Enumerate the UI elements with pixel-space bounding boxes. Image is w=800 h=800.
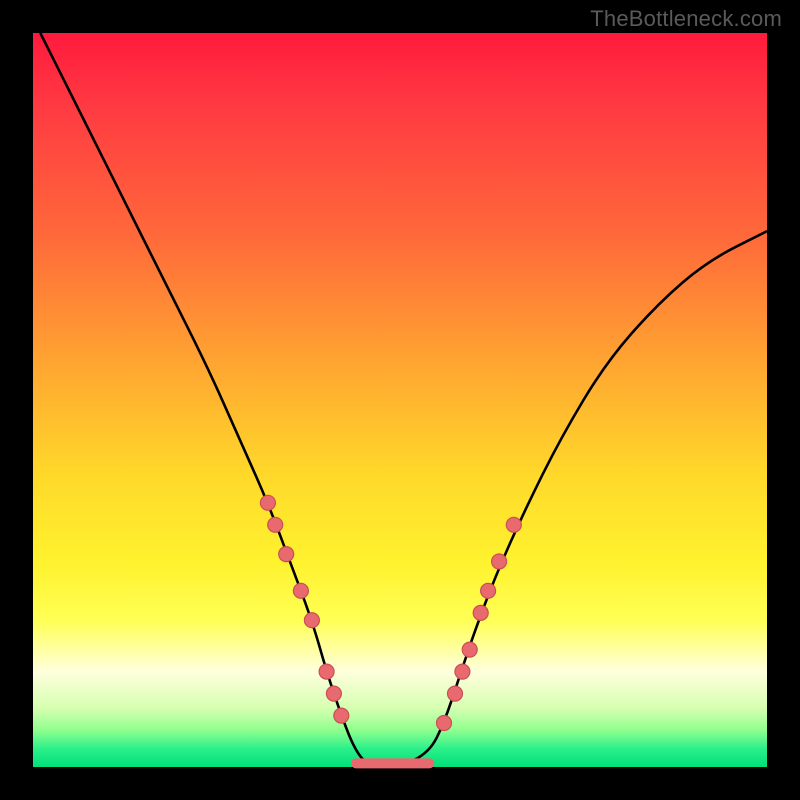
curve-marker — [304, 613, 319, 628]
curve-marker — [473, 605, 488, 620]
curve-marker — [268, 517, 283, 532]
plot-area — [33, 33, 767, 767]
curve-marker — [492, 554, 507, 569]
bottleneck-curve — [40, 33, 767, 767]
curve-marker — [448, 686, 463, 701]
curve-marker — [481, 583, 496, 598]
curve-marker — [293, 583, 308, 598]
curve-marker — [455, 664, 470, 679]
watermark-text: TheBottleneck.com — [590, 6, 782, 32]
curve-marker — [319, 664, 334, 679]
chart-stage: TheBottleneck.com — [0, 0, 800, 800]
curve-marker — [334, 708, 349, 723]
curve-marker — [326, 686, 341, 701]
curve-marker — [260, 495, 275, 510]
curve-marker — [437, 716, 452, 731]
curve-marker — [279, 547, 294, 562]
curve-marker — [506, 517, 521, 532]
curve-markers — [260, 495, 521, 730]
curve-marker — [462, 642, 477, 657]
curve-svg — [33, 33, 767, 767]
